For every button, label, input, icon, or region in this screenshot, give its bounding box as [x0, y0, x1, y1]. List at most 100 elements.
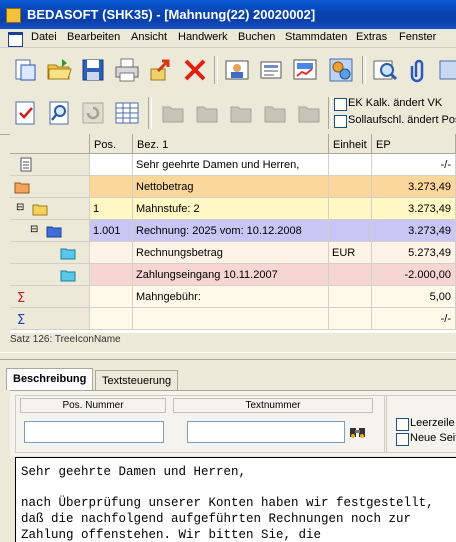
title-bar: BEDASOFT (SHK35) - [Mahnung(22) 20020002… — [0, 0, 456, 29]
row-pos-cell[interactable] — [90, 264, 133, 286]
row-einheit-cell[interactable]: EUR — [329, 242, 372, 264]
row-tree-cell[interactable] — [10, 154, 90, 176]
document-list-icon[interactable] — [258, 57, 284, 83]
row-pos-cell[interactable] — [90, 176, 133, 198]
search-icon[interactable] — [372, 57, 398, 83]
attachment-icon[interactable] — [406, 57, 432, 83]
chart-report-icon[interactable] — [292, 57, 318, 83]
tab-beschreibung[interactable]: Beschreibung — [6, 368, 94, 390]
description-editor[interactable]: Sehr geehrte Damen und Herren, nach Über… — [15, 457, 456, 542]
more-tools-icon[interactable] — [438, 57, 456, 83]
row-ep-cell[interactable]: 3.273,49 — [372, 220, 456, 242]
row-tree-cell[interactable]: ⊟ — [10, 220, 90, 242]
table-row[interactable]: Σ -/- — [10, 308, 456, 330]
row-tree-cell[interactable] — [10, 242, 90, 264]
row-einheit-cell[interactable] — [329, 154, 372, 176]
table-row[interactable]: Zahlungseingang 10.11.2007 -2.000,00 — [10, 264, 456, 286]
row-pos-cell[interactable] — [90, 308, 133, 330]
row-einheit-cell[interactable] — [329, 220, 372, 242]
row-pos-cell[interactable] — [90, 154, 133, 176]
row-einheit-cell[interactable] — [329, 308, 372, 330]
leerzeile-checkbox[interactable] — [396, 418, 409, 431]
row-bez-cell[interactable]: Mahngebühr: — [133, 286, 329, 308]
row-pos-cell[interactable]: 1 — [90, 198, 133, 220]
sollaufschl-checkbox[interactable] — [334, 115, 347, 128]
row-ep-cell[interactable]: 3.273,49 — [372, 176, 456, 198]
menu-datei[interactable]: Datei — [31, 31, 57, 43]
positions-grid[interactable]: Pos. Bez. 1 Einheit EP Sehr geehrte Dame… — [10, 134, 456, 333]
open-folder-icon[interactable] — [46, 57, 72, 83]
menu-stammdaten[interactable]: Stammdaten — [285, 31, 347, 43]
mdi-document-icon[interactable] — [8, 32, 23, 47]
neue-seite-checkbox[interactable] — [396, 433, 409, 446]
row-pos-cell[interactable] — [90, 242, 133, 264]
customer-card-icon[interactable] — [224, 57, 250, 83]
delete-icon[interactable] — [182, 57, 208, 83]
table-row[interactable]: Sehr geehrte Damen und Herren, -/- — [10, 154, 456, 176]
row-bez-cell[interactable]: Rechnung: 2025 vom: 10.12.2008 — [133, 220, 329, 242]
table-grid-icon[interactable] — [114, 100, 140, 126]
row-pos-cell[interactable] — [90, 286, 133, 308]
save-icon[interactable] — [80, 57, 106, 83]
row-ep-cell[interactable]: -/- — [372, 154, 456, 176]
menu-fenster[interactable]: Fenster — [399, 31, 436, 43]
grid-header-ep[interactable]: EP — [372, 134, 456, 154]
row-bez-cell[interactable] — [133, 308, 329, 330]
print-icon[interactable] — [114, 57, 140, 83]
collapse-toggle-icon[interactable]: ⊟ — [16, 202, 24, 213]
folder-orange-icon — [14, 182, 30, 194]
menu-extras[interactable]: Extras — [356, 31, 387, 43]
settings-gears-icon[interactable] — [328, 57, 354, 83]
splitter[interactable] — [0, 352, 456, 360]
table-row[interactable]: ⊟ 1.001 Rechnung: 2025 vom: 10.12.2008 3.27… — [10, 220, 456, 242]
row-bez-cell[interactable]: Rechnungsbetrag — [133, 242, 329, 264]
row-tree-cell[interactable] — [10, 264, 90, 286]
row-tree-cell[interactable]: ⊟ — [10, 198, 90, 220]
table-row[interactable]: Nettobetrag 3.273,49 — [10, 176, 456, 198]
menu-buchen[interactable]: Buchen — [238, 31, 275, 43]
menu-bearbeiten[interactable]: Bearbeiten — [67, 31, 120, 43]
grid-header-einheit[interactable]: Einheit — [329, 134, 372, 154]
textnummer-input[interactable] — [187, 421, 345, 443]
row-bez-cell[interactable]: Nettobetrag — [133, 176, 329, 198]
row-einheit-cell[interactable] — [329, 198, 372, 220]
pos-nummer-input[interactable] — [24, 421, 164, 443]
document-search-icon[interactable] — [46, 100, 72, 126]
check-document-icon[interactable] — [12, 100, 38, 126]
row-einheit-cell[interactable] — [329, 176, 372, 198]
table-row[interactable]: Σ Mahngebühr: 5,00 — [10, 286, 456, 308]
row-ep-cell[interactable]: -2.000,00 — [372, 264, 456, 286]
row-bez-cell[interactable]: Mahnstufe: 2 — [133, 198, 329, 220]
collapse-toggle-icon[interactable]: ⊟ — [30, 224, 38, 235]
sigma-blue-icon: Σ — [17, 313, 25, 327]
table-row[interactable]: Rechnungsbetrag EUR 5.273,49 — [10, 242, 456, 264]
row-bez-cell[interactable]: Zahlungseingang 10.11.2007 — [133, 264, 329, 286]
row-bez-cell[interactable]: Sehr geehrte Damen und Herren, — [133, 154, 329, 176]
row-tree-cell[interactable] — [10, 176, 90, 198]
neue-seite-label: Neue Seit — [410, 432, 456, 444]
export-arrow-icon[interactable] — [148, 57, 174, 83]
editor-line: Zahlung offenstehen. Wir bitten Sie, die — [21, 528, 322, 542]
menu-handwerk[interactable]: Handwerk — [178, 31, 228, 43]
new-document-icon[interactable] — [12, 57, 38, 83]
row-einheit-cell[interactable] — [329, 286, 372, 308]
ek-kalk-checkbox[interactable] — [334, 98, 347, 111]
row-ep-cell[interactable]: -/- — [372, 308, 456, 330]
table-row[interactable]: ⊟ 1 Mahnstufe: 2 3.273,49 — [10, 198, 456, 220]
row-einheit-cell[interactable] — [329, 264, 372, 286]
menu-ansicht[interactable]: Ansicht — [131, 31, 167, 43]
grid-header-pos[interactable]: Pos. — [90, 134, 133, 154]
row-pos-cell[interactable]: 1.001 — [90, 220, 133, 242]
app-icon[interactable] — [6, 8, 21, 23]
grid-header-bez1[interactable]: Bez. 1 — [133, 134, 329, 154]
main-toolbar — [0, 48, 456, 92]
row-ep-cell[interactable]: 3.273,49 — [372, 198, 456, 220]
detail-tabs: Beschreibung Textsteuerung — [0, 368, 456, 390]
tab-textsteuerung[interactable]: Textsteuerung — [95, 370, 179, 390]
binoculars-icon[interactable] — [349, 424, 367, 440]
row-ep-cell[interactable]: 5,00 — [372, 286, 456, 308]
row-ep-cell[interactable]: 5.273,49 — [372, 242, 456, 264]
svg-text:Σ: Σ — [17, 313, 25, 327]
row-tree-cell[interactable]: Σ — [10, 286, 90, 308]
row-tree-cell[interactable]: Σ — [10, 308, 90, 330]
